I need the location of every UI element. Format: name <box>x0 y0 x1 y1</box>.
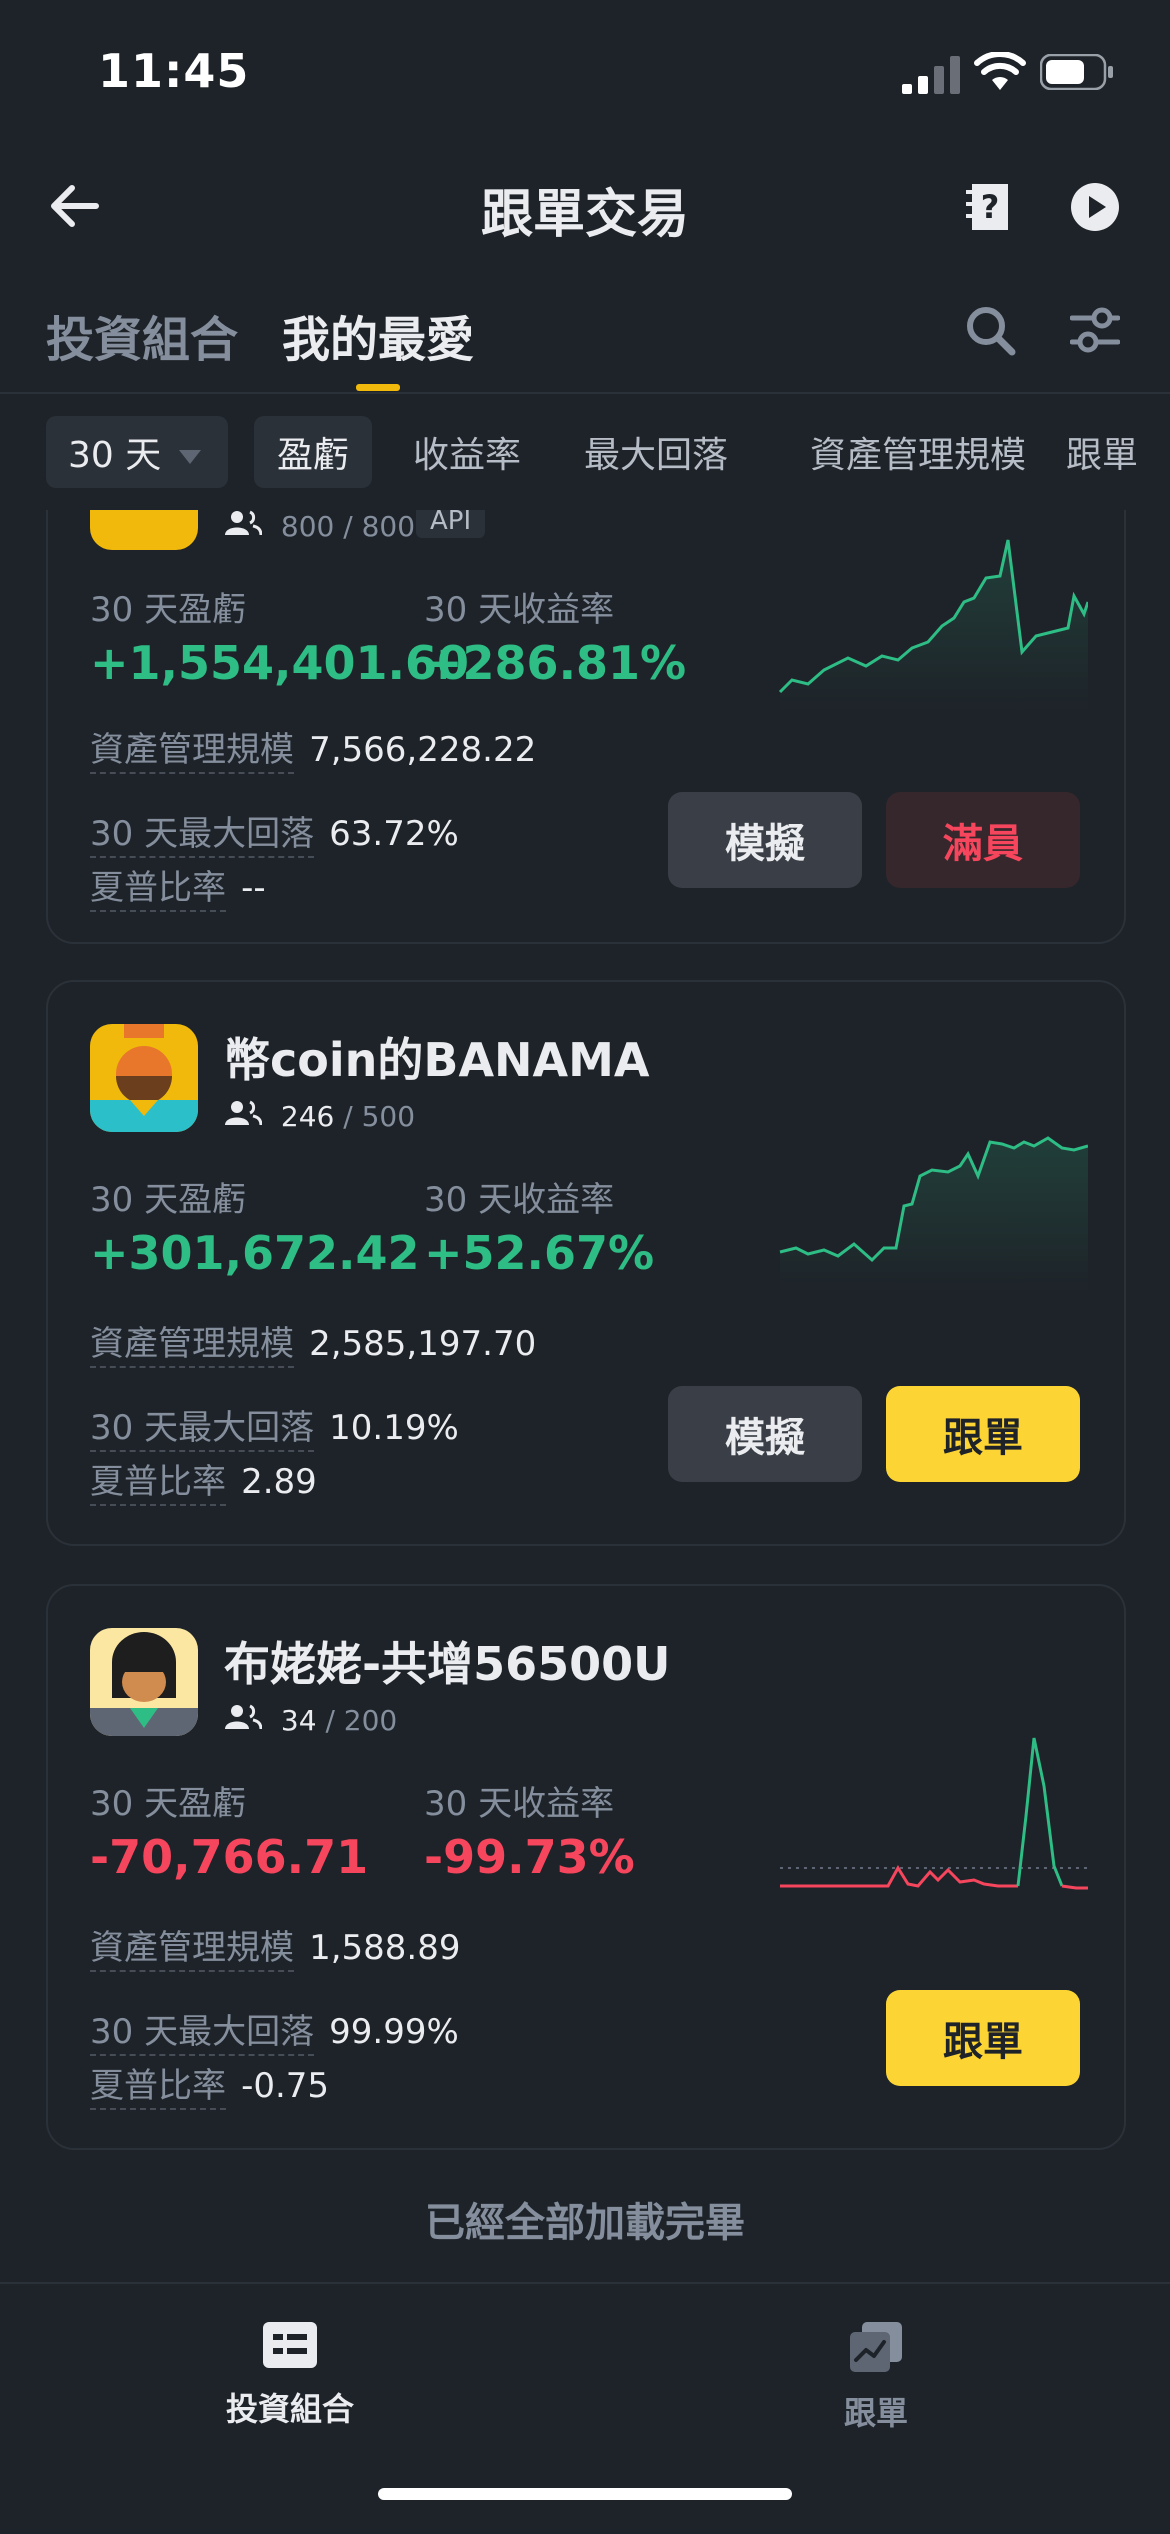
roi-label: 30 天收益率 <box>424 1180 615 1220</box>
copy-trade-button[interactable]: 跟單 <box>886 1990 1080 2086</box>
trader-name[interactable]: 布姥姥-共增56500U <box>224 1628 670 1694</box>
home-indicator[interactable] <box>378 2488 792 2500</box>
mdd-value: 10.19% <box>329 1408 459 1448</box>
cellular-signal-icon <box>902 56 960 98</box>
trader-avatar <box>90 1628 198 1736</box>
simulate-button[interactable]: 模擬 <box>668 792 862 888</box>
tab-favorites[interactable]: 我的最愛 <box>282 300 474 370</box>
followers-current: 246 <box>280 1100 335 1133</box>
roi-value: -99.73% <box>424 1830 635 1884</box>
trader-avatar <box>90 510 198 550</box>
tab-portfolio[interactable]: 投資組合 <box>46 300 238 370</box>
followers-max: / 200 <box>325 1704 398 1737</box>
full-status-button[interactable]: 滿員 <box>886 792 1080 888</box>
pnl-label: 30 天盈虧 <box>90 1180 247 1220</box>
users-icon <box>224 510 271 543</box>
simulate-button[interactable]: 模擬 <box>668 1386 862 1482</box>
wifi-icon <box>974 51 1026 96</box>
aum-label: 資產管理規模 <box>90 730 294 774</box>
roi-label: 30 天收益率 <box>424 590 615 630</box>
aum-row: 資產管理規模 1,588.89 <box>90 1920 461 1972</box>
chevron-down-icon <box>179 432 202 473</box>
play-video-icon[interactable] <box>1070 182 1120 236</box>
sharpe-label: 夏普比率 <box>90 1462 226 1506</box>
mdd-row: 30 天最大回落 10.19% <box>90 1400 459 1452</box>
aum-row: 資產管理規模 7,566,228.22 <box>90 722 537 774</box>
tabs-divider <box>0 392 1170 394</box>
aum-value: 1,588.89 <box>309 1928 461 1968</box>
pnl-sparkline <box>778 1726 1088 1910</box>
aum-value: 7,566,228.22 <box>309 730 537 770</box>
sharpe-row: 夏普比率 -0.75 <box>90 2058 330 2110</box>
pnl-label: 30 天盈虧 <box>90 1784 247 1824</box>
battery-icon <box>1039 53 1114 94</box>
mdd-value: 99.99% <box>329 2012 459 2052</box>
trader-name[interactable]: 幣coin的BANAMA <box>224 1024 650 1090</box>
period-value: 30 天 <box>68 435 162 476</box>
roi-value: +52.67% <box>424 1226 655 1280</box>
mdd-row: 30 天最大回落 99.99% <box>90 2004 459 2056</box>
period-dropdown[interactable]: 30 天 <box>46 416 228 488</box>
svg-text:?: ? <box>981 188 1000 226</box>
sharpe-row: 夏普比率 -- <box>90 860 266 912</box>
sort-chip-max-drawdown[interactable]: 最大回落 <box>574 416 738 488</box>
trader-card[interactable]: 800 / 800 API 30 天盈虧 +1,554,401.60 30 天收… <box>46 510 1126 944</box>
trader-avatar <box>90 1024 198 1132</box>
follower-count: 34 / 200 <box>224 1704 397 1737</box>
sharpe-label: 夏普比率 <box>90 868 226 912</box>
followers-max: / 500 <box>343 1100 416 1133</box>
sharpe-row: 夏普比率 2.89 <box>90 1454 317 1506</box>
aum-row: 資產管理規模 2,585,197.70 <box>90 1316 537 1368</box>
copy-trade-button[interactable]: 跟單 <box>886 1386 1080 1482</box>
nav-item-copy-trade[interactable]: 跟單 <box>776 2320 976 2434</box>
users-icon <box>224 1704 271 1737</box>
followers-max: / 800 <box>343 510 416 543</box>
mdd-label: 30 天最大回落 <box>90 814 315 858</box>
roi-label: 30 天收益率 <box>424 1784 615 1824</box>
aum-value: 2,585,197.70 <box>309 1324 537 1364</box>
mdd-label: 30 天最大回落 <box>90 1408 315 1452</box>
nav-item-portfolio[interactable]: 投資組合 <box>190 2320 390 2430</box>
sharpe-value: -- <box>241 868 266 908</box>
pnl-sparkline <box>778 1132 1089 1296</box>
trader-list[interactable]: 800 / 800 API 30 天盈虧 +1,554,401.60 30 天收… <box>0 510 1170 2280</box>
pnl-sparkline <box>778 532 1090 716</box>
active-tab-indicator <box>356 384 400 391</box>
filter-settings-icon[interactable] <box>1069 306 1121 358</box>
follower-count: 800 / 800 <box>224 510 415 543</box>
sort-chip-aum[interactable]: 資產管理規模 <box>780 416 1056 488</box>
sort-chip-copy[interactable]: 跟單 <box>1066 416 1170 488</box>
mdd-label: 30 天最大回落 <box>90 2012 315 2056</box>
help-doc-icon[interactable]: ? <box>966 180 1014 238</box>
pnl-value: +301,672.42 <box>90 1226 420 1280</box>
followers-current: 800 <box>280 510 335 543</box>
api-badge: API <box>416 510 486 538</box>
sharpe-value: 2.89 <box>241 1462 317 1502</box>
sort-chip-pnl[interactable]: 盈虧 <box>254 416 372 488</box>
sort-chip-roi[interactable]: 收益率 <box>400 416 534 488</box>
pnl-label: 30 天盈虧 <box>90 590 247 630</box>
mdd-value: 63.72% <box>329 814 459 854</box>
portfolio-icon <box>190 2320 390 2374</box>
nav-label: 跟單 <box>843 2394 908 2432</box>
search-icon[interactable] <box>964 304 1016 360</box>
trader-card[interactable]: 幣coin的BANAMA 246 / 500 30 天盈虧 +301,672.4… <box>46 980 1126 1546</box>
sharpe-label: 夏普比率 <box>90 2066 226 2110</box>
users-icon <box>224 1100 271 1133</box>
mdd-row: 30 天最大回落 63.72% <box>90 806 459 858</box>
aum-label: 資產管理規模 <box>90 1324 294 1368</box>
sharpe-value: -0.75 <box>241 2066 330 2106</box>
status-time: 11:45 <box>98 44 250 98</box>
follower-count: 246 / 500 <box>224 1100 415 1133</box>
pnl-value: +1,554,401.60 <box>90 636 470 690</box>
followers-current: 34 <box>280 1704 317 1737</box>
trader-card[interactable]: 布姥姥-共增56500U 34 / 200 30 天盈虧 -70,766.71 … <box>46 1584 1126 2150</box>
roi-value: +286.81% <box>424 636 687 690</box>
aum-label: 資產管理規模 <box>90 1928 294 1972</box>
nav-label: 投資組合 <box>225 2390 354 2428</box>
pnl-value: -70,766.71 <box>90 1830 369 1884</box>
copy-trade-chart-icon <box>776 2320 976 2378</box>
all-loaded-message: 已經全部加載完畢 <box>425 2200 745 2246</box>
